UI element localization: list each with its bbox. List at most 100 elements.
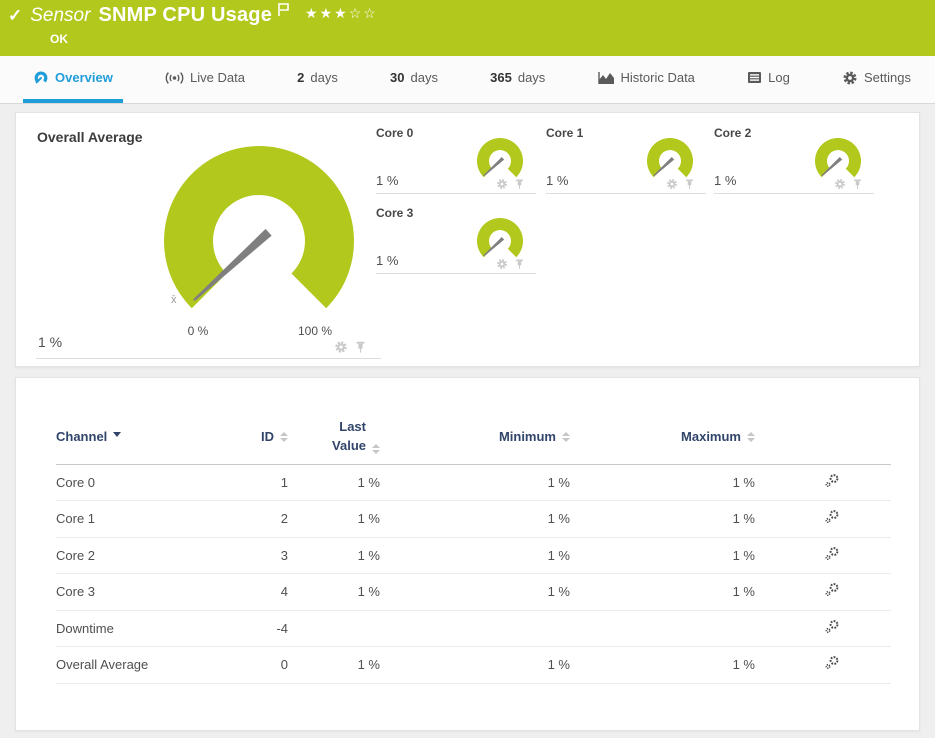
core-gauge-title: Core 1 [546,126,584,140]
status-check-icon: ✓ [8,5,23,25]
channel-last-value: 1 % [357,657,380,673]
channel-minimum: 1 % [547,657,570,673]
divider [546,193,706,194]
core-gauge-value: 1 % [376,173,399,188]
core-gauge-title: Core 2 [714,126,752,140]
channel-id: 3 [280,547,288,563]
channel-table: Channel ID Last Value Minimum Maximum Co… [56,418,891,684]
tab-365-days[interactable]: 365 days [480,56,555,103]
channel-name: Core 2 [56,547,96,563]
core-gauge-value: 1 % [376,253,399,268]
star-filled-icon[interactable]: ★ [334,5,349,21]
overall-average-gauge [163,146,354,309]
col-header-minimum[interactable]: Minimum [380,429,570,444]
table-row: Core 3 4 1 % 1 % 1 % [56,574,891,611]
core-gauge-value: 1 % [546,173,569,188]
channel-settings-icon[interactable] [823,581,841,599]
channel-minimum: 1 % [547,511,570,527]
channel-settings-icon[interactable] [823,508,841,526]
tab-2-days[interactable]: 2 days [287,56,348,103]
channel-name: Core 3 [56,584,96,600]
channel-last-value: 1 % [357,584,380,600]
channel-name: Core 1 [56,511,96,527]
sort-desc-icon [113,432,122,438]
star-empty-icon[interactable]: ☆ [363,5,378,21]
average-marker: x̄ [171,294,177,306]
channel-last-value: 1 % [357,474,380,490]
object-kind-label: Sensor [30,4,91,26]
core-gauge-value: 1 % [714,173,737,188]
channel-last-value: 1 % [357,511,380,527]
table-row: Core 0 1 1 % 1 % 1 % [56,465,891,502]
tab-30-days[interactable]: 30 days [380,56,448,103]
pin-icon[interactable] [514,258,525,270]
table-row: Core 1 2 1 % 1 % 1 % [56,501,891,538]
tab-live-data[interactable]: Live Data [155,56,255,103]
gauge-icon [34,71,48,83]
channel-settings-icon[interactable] [823,654,841,672]
pin-icon[interactable] [684,178,695,190]
tab-bar: Overview Live Data 2 days 30 days 365 days … [0,56,935,104]
channel-settings-icon[interactable] [823,618,841,636]
historic-data-icon [597,72,614,84]
channel-settings-icon[interactable] [823,472,841,490]
col-header-maximum[interactable]: Maximum [570,429,755,444]
gauge-settings-gear-icon[interactable] [834,178,846,190]
gauge-settings-gear-icon[interactable] [666,178,678,190]
core-gauge-title: Core 0 [376,126,414,140]
table-header-row: Channel ID Last Value Minimum Maximum [56,418,891,465]
star-filled-icon[interactable]: ★ [305,5,320,21]
channel-id: 0 [280,657,288,673]
channel-settings-icon[interactable] [823,545,841,563]
page-title: SNMP CPU Usage [98,4,273,26]
tab-log[interactable]: Log [737,56,800,103]
core-1-gauge-cell: Core 1 1 % [546,126,706,194]
core-0-gauge-cell: Core 0 1 % [376,126,536,194]
gauge-settings-gear-icon[interactable] [496,258,508,270]
star-filled-icon[interactable]: ★ [320,5,335,21]
tab-historic-data[interactable]: Historic Data [588,56,705,103]
sort-icon [280,432,288,443]
channel-name: Core 0 [56,474,96,490]
channel-last-value: 1 % [357,547,380,563]
priority-flag-icon[interactable] [277,2,291,22]
star-empty-icon[interactable]: ☆ [349,5,364,21]
log-icon [748,72,762,83]
overall-gauge-value: 1 % [38,334,63,350]
channel-id: 2 [280,511,288,527]
channel-maximum: 1 % [732,511,755,527]
channel-maximum: 1 % [732,547,755,563]
channel-id: 4 [280,584,288,600]
status-badge: OK [50,32,68,46]
channel-id: -4 [276,620,288,636]
divider [36,358,381,359]
table-row: Overall Average 0 1 % 1 % 1 % [56,647,891,684]
channel-name: Downtime [56,620,114,636]
pin-icon[interactable] [514,178,525,190]
channel-name: Overall Average [56,657,149,673]
divider [376,273,536,274]
channel-minimum: 1 % [547,584,570,600]
channels-panel: Channel ID Last Value Minimum Maximum Co… [15,377,920,731]
col-header-id[interactable]: ID [226,429,288,444]
divider [714,193,874,194]
overall-gauge-title: Overall Average [37,129,143,145]
col-header-last-value[interactable]: Last Value [288,418,380,456]
gauge-settings-gear-icon[interactable] [496,178,508,190]
gauges-panel: Overall Average x̄ 0 % 100 % 1 % Core 0 … [15,112,920,367]
pin-icon[interactable] [852,178,863,190]
tab-settings[interactable]: Settings [832,56,921,103]
channel-minimum: 1 % [547,474,570,490]
col-header-channel[interactable]: Channel [56,429,226,444]
gauge-min-label: 0 % [187,324,209,338]
pin-icon[interactable] [354,340,367,354]
table-row: Downtime -4 [56,611,891,648]
gauge-settings-gear-icon[interactable] [334,340,348,354]
table-row: Core 2 3 1 % 1 % 1 % [56,538,891,575]
live-data-icon [165,71,184,84]
core-2-gauge-cell: Core 2 1 % [714,126,874,194]
sort-icon [562,432,570,443]
tab-overview[interactable]: Overview [23,56,123,103]
sort-icon [372,443,380,454]
priority-stars[interactable]: ★★★☆☆ [305,5,378,22]
